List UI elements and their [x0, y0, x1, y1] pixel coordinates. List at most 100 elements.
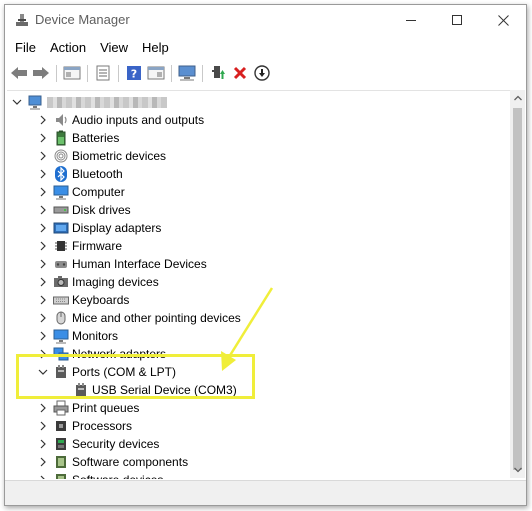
tree-item-batteries[interactable]: Batteries	[7, 129, 507, 147]
tree-item-software-components[interactable]: Software components	[7, 453, 507, 471]
scan-hardware-icon[interactable]	[177, 63, 197, 83]
tree-item-label: Keyboards	[72, 293, 130, 307]
chevron-right-icon[interactable]	[35, 309, 51, 327]
chevron-right-icon[interactable]	[35, 327, 51, 345]
speaker-icon	[53, 112, 69, 128]
chevron-right-icon[interactable]	[35, 417, 51, 435]
disable-device-icon[interactable]	[252, 63, 272, 83]
device-manager-window: Device Manager File Action View Help ? A…	[4, 4, 527, 506]
back-icon[interactable]	[9, 63, 29, 83]
printer-icon	[53, 400, 69, 416]
tree-item-computer[interactable]: Computer	[7, 183, 507, 201]
tree-item-firmware[interactable]: Firmware	[7, 237, 507, 255]
tree-root-computer[interactable]	[7, 93, 507, 111]
chevron-right-icon[interactable]	[35, 435, 51, 453]
vertical-scrollbar[interactable]	[510, 90, 525, 478]
hid-icon	[53, 256, 69, 272]
chevron-right-icon[interactable]	[35, 291, 51, 309]
monitor-icon	[53, 328, 69, 344]
tree-item-label: Imaging devices	[72, 275, 159, 289]
menu-action[interactable]: Action	[43, 37, 93, 59]
minimize-button[interactable]	[388, 5, 434, 35]
status-bar	[5, 480, 526, 505]
tree-item-processors[interactable]: Processors	[7, 417, 507, 435]
chevron-right-icon[interactable]	[35, 165, 51, 183]
tree-item-software-devices[interactable]: Software devices	[7, 471, 507, 479]
tree-item-label: Print queues	[72, 401, 140, 415]
svg-text:?: ?	[131, 68, 137, 81]
tree-item-label: Biometric devices	[72, 149, 167, 163]
toolbar-separator	[56, 65, 57, 82]
window-title: Device Manager	[35, 12, 130, 27]
tree-item-label: Bluetooth	[72, 167, 123, 181]
action-pane-icon[interactable]	[146, 63, 166, 83]
uninstall-device-icon[interactable]	[230, 63, 250, 83]
tree-item-label: Audio inputs and outputs	[72, 113, 205, 127]
chevron-right-icon[interactable]	[35, 201, 51, 219]
title-bar[interactable]: Device Manager	[5, 5, 526, 35]
tree-item-monitors[interactable]: Monitors	[7, 327, 507, 345]
device-tree[interactable]: Audio inputs and outputs Batteries Biometr…	[7, 90, 524, 479]
menu-bar: File Action View Help	[5, 37, 526, 59]
redacted-computer-name	[47, 97, 167, 108]
tree-item-label: Processors	[72, 419, 133, 433]
mouse-icon	[53, 310, 69, 326]
properties-icon[interactable]	[93, 63, 113, 83]
update-driver-icon[interactable]	[208, 63, 228, 83]
monitor-icon	[53, 184, 69, 200]
tree-item-disk-drives[interactable]: Disk drives	[7, 201, 507, 219]
close-button[interactable]	[480, 5, 526, 35]
highlight-annotation-box	[16, 354, 255, 399]
tree-item-label: Software components	[72, 455, 189, 469]
chevron-right-icon[interactable]	[35, 111, 51, 129]
tree-item-mice-and-other-pointing-devices[interactable]: Mice and other pointing devices	[7, 309, 507, 327]
tree-item-display-adapters[interactable]: Display adapters	[7, 219, 507, 237]
show-hide-console-tree-icon[interactable]	[62, 63, 82, 83]
tree-item-security-devices[interactable]: Security devices	[7, 435, 507, 453]
chevron-down-icon[interactable]	[9, 93, 25, 111]
scrollbar-thumb[interactable]	[513, 108, 522, 470]
chevron-right-icon[interactable]	[35, 471, 51, 479]
scroll-up-arrow-icon[interactable]	[510, 90, 525, 106]
security-icon	[53, 436, 69, 452]
chevron-right-icon[interactable]	[35, 399, 51, 417]
tree-item-label: Software devices	[72, 473, 163, 479]
chevron-right-icon[interactable]	[35, 147, 51, 165]
computer-root-icon	[27, 94, 43, 110]
chevron-right-icon[interactable]	[35, 219, 51, 237]
chevron-right-icon[interactable]	[35, 183, 51, 201]
camera-icon	[53, 274, 69, 290]
tree-item-imaging-devices[interactable]: Imaging devices	[7, 273, 507, 291]
chevron-right-icon[interactable]	[35, 453, 51, 471]
processor-icon	[53, 418, 69, 434]
tree-item-label: Disk drives	[72, 203, 131, 217]
chevron-right-icon[interactable]	[35, 273, 51, 291]
scroll-down-arrow-icon[interactable]	[510, 462, 525, 478]
tree-item-label: Monitors	[72, 329, 119, 343]
chevron-right-icon[interactable]	[35, 129, 51, 147]
toolbar-separator	[171, 65, 172, 82]
chevron-right-icon[interactable]	[35, 237, 51, 255]
tree-item-human-interface-devices[interactable]: Human Interface Devices	[7, 255, 507, 273]
help-icon[interactable]: ?	[124, 63, 144, 83]
tree-item-label: Mice and other pointing devices	[72, 311, 241, 325]
chevron-right-icon[interactable]	[35, 255, 51, 273]
chip-icon	[53, 238, 69, 254]
tree-item-audio-inputs-and-outputs[interactable]: Audio inputs and outputs	[7, 111, 507, 129]
tree-item-bluetooth[interactable]: Bluetooth	[7, 165, 507, 183]
tree-item-keyboards[interactable]: Keyboards	[7, 291, 507, 309]
tree-item-label: Computer	[72, 185, 125, 199]
maximize-button[interactable]	[434, 5, 480, 35]
forward-icon[interactable]	[31, 63, 51, 83]
toolbar: ?	[5, 59, 526, 87]
device-manager-icon	[15, 13, 29, 27]
toolbar-separator	[118, 65, 119, 82]
menu-help[interactable]: Help	[135, 37, 176, 59]
menu-file[interactable]: File	[5, 37, 43, 59]
tree-item-label: Display adapters	[72, 221, 162, 235]
menu-view[interactable]: View	[93, 37, 135, 59]
tree-item-biometric-devices[interactable]: Biometric devices	[7, 147, 507, 165]
toolbar-separator	[87, 65, 88, 82]
disk-drive-icon	[53, 202, 69, 218]
tree-item-print-queues[interactable]: Print queues	[7, 399, 507, 417]
